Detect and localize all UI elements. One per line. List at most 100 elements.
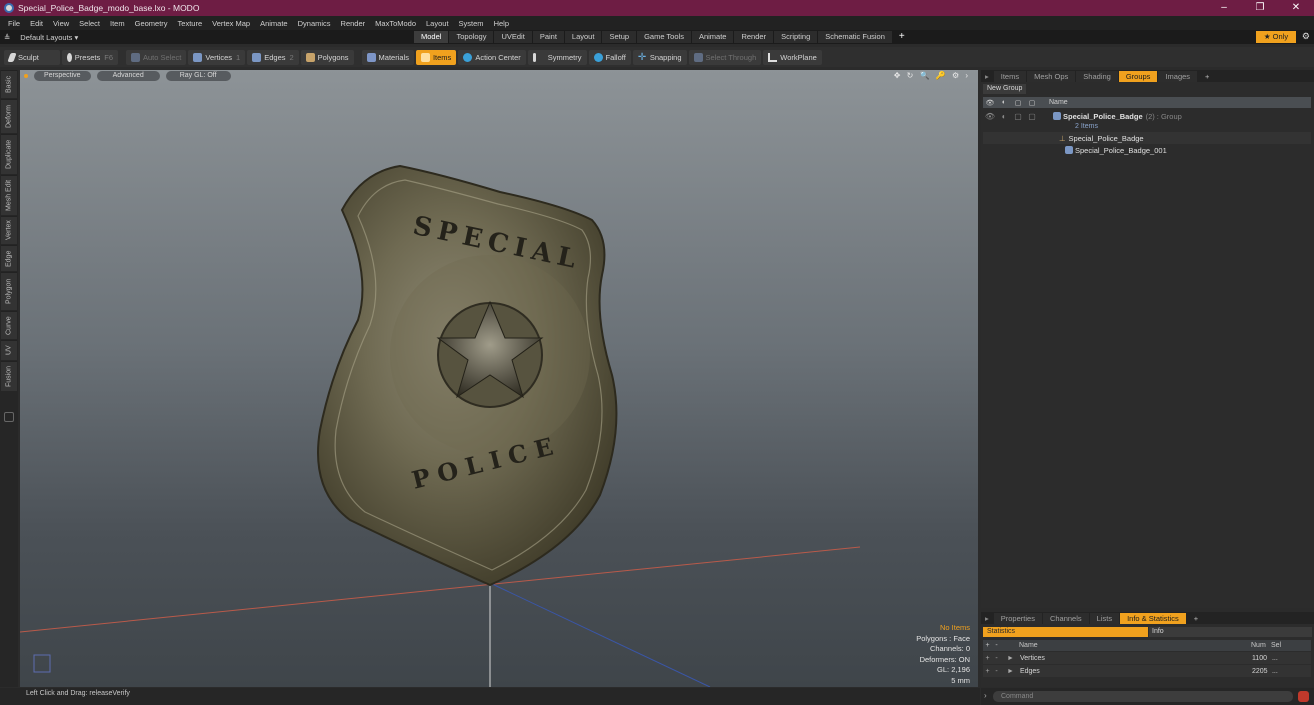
- menu-dynamics[interactable]: Dynamics: [293, 19, 336, 28]
- tab-schematic-fusion[interactable]: Schematic Fusion: [818, 31, 893, 43]
- tab-layout[interactable]: Layout: [564, 31, 603, 43]
- layouts-selector-label: Default Layouts ▾: [20, 32, 79, 42]
- tab-setup[interactable]: Setup: [602, 31, 638, 43]
- panel-toggle-icon[interactable]: [4, 412, 14, 422]
- stat-sel-header: Sel: [1271, 642, 1282, 649]
- menu-maxtomodo[interactable]: MaxToModo: [370, 19, 421, 28]
- menu-animate[interactable]: Animate: [255, 19, 293, 28]
- tab-uvedit[interactable]: UVEdit: [494, 31, 533, 43]
- tab-curve[interactable]: Curve: [1, 311, 17, 339]
- stat-polygons: Polygons : Face: [916, 633, 970, 643]
- statistics-tab[interactable]: Statistics: [983, 627, 1148, 637]
- statistics-row[interactable]: + - ► Edges 2205 ...: [983, 665, 1311, 677]
- tab-info-statistics[interactable]: Info & Statistics: [1120, 612, 1186, 624]
- tab-fusion[interactable]: Fusion: [1, 361, 17, 391]
- tab-animate[interactable]: Animate: [691, 31, 735, 43]
- tab-game-tools[interactable]: Game Tools: [637, 31, 692, 43]
- add-panel-tab-button[interactable]: +: [1198, 71, 1216, 82]
- group-child-row[interactable]: Special_Police_Badge_001: [983, 144, 1311, 156]
- tab-edge[interactable]: Edge: [1, 245, 17, 271]
- minimize-button[interactable]: –: [1206, 0, 1242, 16]
- presets-button[interactable]: Presets F6: [62, 49, 118, 65]
- items-button[interactable]: Items: [415, 49, 457, 65]
- menu-file[interactable]: File: [3, 19, 25, 28]
- materials-button[interactable]: Materials: [361, 49, 414, 65]
- info-tab[interactable]: Info: [1149, 627, 1312, 637]
- group-child-row[interactable]: ⊥ Special_Police_Badge: [983, 132, 1311, 144]
- vertices-label: Vertices: [205, 52, 233, 62]
- menu-item[interactable]: Item: [105, 19, 130, 28]
- tab-mesh-edit[interactable]: Mesh Edit: [1, 175, 17, 215]
- menu-vertex-map[interactable]: Vertex Map: [207, 19, 255, 28]
- menu-select[interactable]: Select: [74, 19, 105, 28]
- tab-polygon[interactable]: Polygon: [1, 272, 17, 310]
- layouts-dropdown[interactable]: ≜ Default Layouts ▾: [4, 30, 78, 44]
- menu-view[interactable]: View: [48, 19, 74, 28]
- edges-button[interactable]: Edges 2: [247, 49, 299, 65]
- left-tool-tabs: Basic Deform Duplicate Mesh Edit Vertex …: [0, 70, 18, 687]
- tab-uv[interactable]: UV: [1, 340, 17, 360]
- menu-edit[interactable]: Edit: [25, 19, 48, 28]
- close-button[interactable]: ✕: [1278, 0, 1314, 16]
- tool-bar: Sculpt Presets F6 Auto Select Vertices 1…: [0, 47, 1314, 67]
- new-group-button[interactable]: New Group: [983, 84, 1027, 94]
- add-tab-button[interactable]: +: [893, 31, 911, 43]
- group-child-name: Special_Police_Badge_001: [1075, 145, 1167, 155]
- workplane-button[interactable]: WorkPlane: [763, 49, 822, 65]
- vertices-button[interactable]: Vertices 1: [188, 49, 246, 65]
- gear-icon[interactable]: ⚙: [1302, 31, 1310, 42]
- status-line: Left Click and Drag: releaseVerify: [0, 688, 980, 705]
- tab-paint[interactable]: Paint: [532, 31, 565, 43]
- maximize-button[interactable]: ❐: [1242, 0, 1278, 16]
- tab-vertex[interactable]: Vertex: [1, 216, 17, 244]
- panel-menu-icon[interactable]: ▸: [981, 71, 993, 82]
- action-center-button[interactable]: Action Center: [458, 49, 526, 65]
- menu-help[interactable]: Help: [489, 19, 514, 28]
- tab-duplicate[interactable]: Duplicate: [1, 134, 17, 174]
- select-col-icon: ▢: [1028, 99, 1036, 107]
- 3d-viewport[interactable]: Perspective Advanced Ray GL: Off ✥ ↻ 🔍 🔑…: [20, 70, 978, 687]
- tab-shading[interactable]: Shading: [1076, 70, 1118, 82]
- lock-col-icon: ▢: [1014, 99, 1022, 107]
- command-input[interactable]: Command: [993, 691, 1293, 702]
- tab-channels[interactable]: Channels: [1042, 612, 1089, 624]
- collapse-all-icon[interactable]: -: [992, 642, 1001, 649]
- menu-texture[interactable]: Texture: [173, 19, 208, 28]
- statistics-row[interactable]: + - ► Vertices 1100 ...: [983, 652, 1311, 664]
- stat-gl: GL: 2,196: [937, 665, 970, 674]
- tab-lists[interactable]: Lists: [1089, 612, 1120, 624]
- tab-topology[interactable]: Topology: [449, 31, 495, 43]
- polygons-label: Polygons: [317, 52, 349, 62]
- expand-all-icon[interactable]: +: [983, 642, 992, 649]
- tab-model[interactable]: Model: [414, 31, 450, 43]
- layouts-up-icon: ≜: [4, 32, 11, 42]
- sculpt-button[interactable]: Sculpt: [4, 49, 60, 65]
- menu-geometry[interactable]: Geometry: [130, 19, 173, 28]
- items-icon: [420, 52, 430, 62]
- tab-render[interactable]: Render: [734, 31, 775, 43]
- snapping-button[interactable]: ✛ Snapping: [632, 49, 687, 65]
- add-panel-tab-button[interactable]: +: [1187, 613, 1205, 624]
- tab-mesh-ops[interactable]: Mesh Ops: [1027, 70, 1076, 82]
- polygons-button[interactable]: Polygons: [300, 49, 354, 65]
- tab-images[interactable]: Images: [1158, 70, 1198, 82]
- menu-render[interactable]: Render: [336, 19, 371, 28]
- tab-groups[interactable]: Groups: [1118, 70, 1158, 82]
- menu-layout[interactable]: Layout: [421, 19, 454, 28]
- only-toggle[interactable]: ★ Only: [1256, 31, 1296, 43]
- auto-select-button[interactable]: Auto Select: [126, 49, 187, 65]
- tab-items[interactable]: Items: [993, 70, 1027, 82]
- symmetry-button[interactable]: Symmetry: [527, 49, 587, 65]
- tab-basic[interactable]: Basic: [1, 70, 17, 98]
- tab-properties[interactable]: Properties: [993, 612, 1042, 624]
- stat-name-header: Name: [1019, 642, 1038, 649]
- tab-deform[interactable]: Deform: [1, 99, 17, 133]
- falloff-button[interactable]: Falloff: [588, 49, 631, 65]
- command-execute-button[interactable]: [1298, 691, 1309, 702]
- panel-menu-icon[interactable]: ▸: [981, 613, 993, 624]
- locator-icon: ⊥: [1059, 133, 1066, 143]
- menu-system[interactable]: System: [454, 19, 489, 28]
- tab-scripting[interactable]: Scripting: [774, 31, 819, 43]
- select-through-button[interactable]: Select Through: [688, 49, 762, 65]
- edges-icon: [252, 52, 262, 62]
